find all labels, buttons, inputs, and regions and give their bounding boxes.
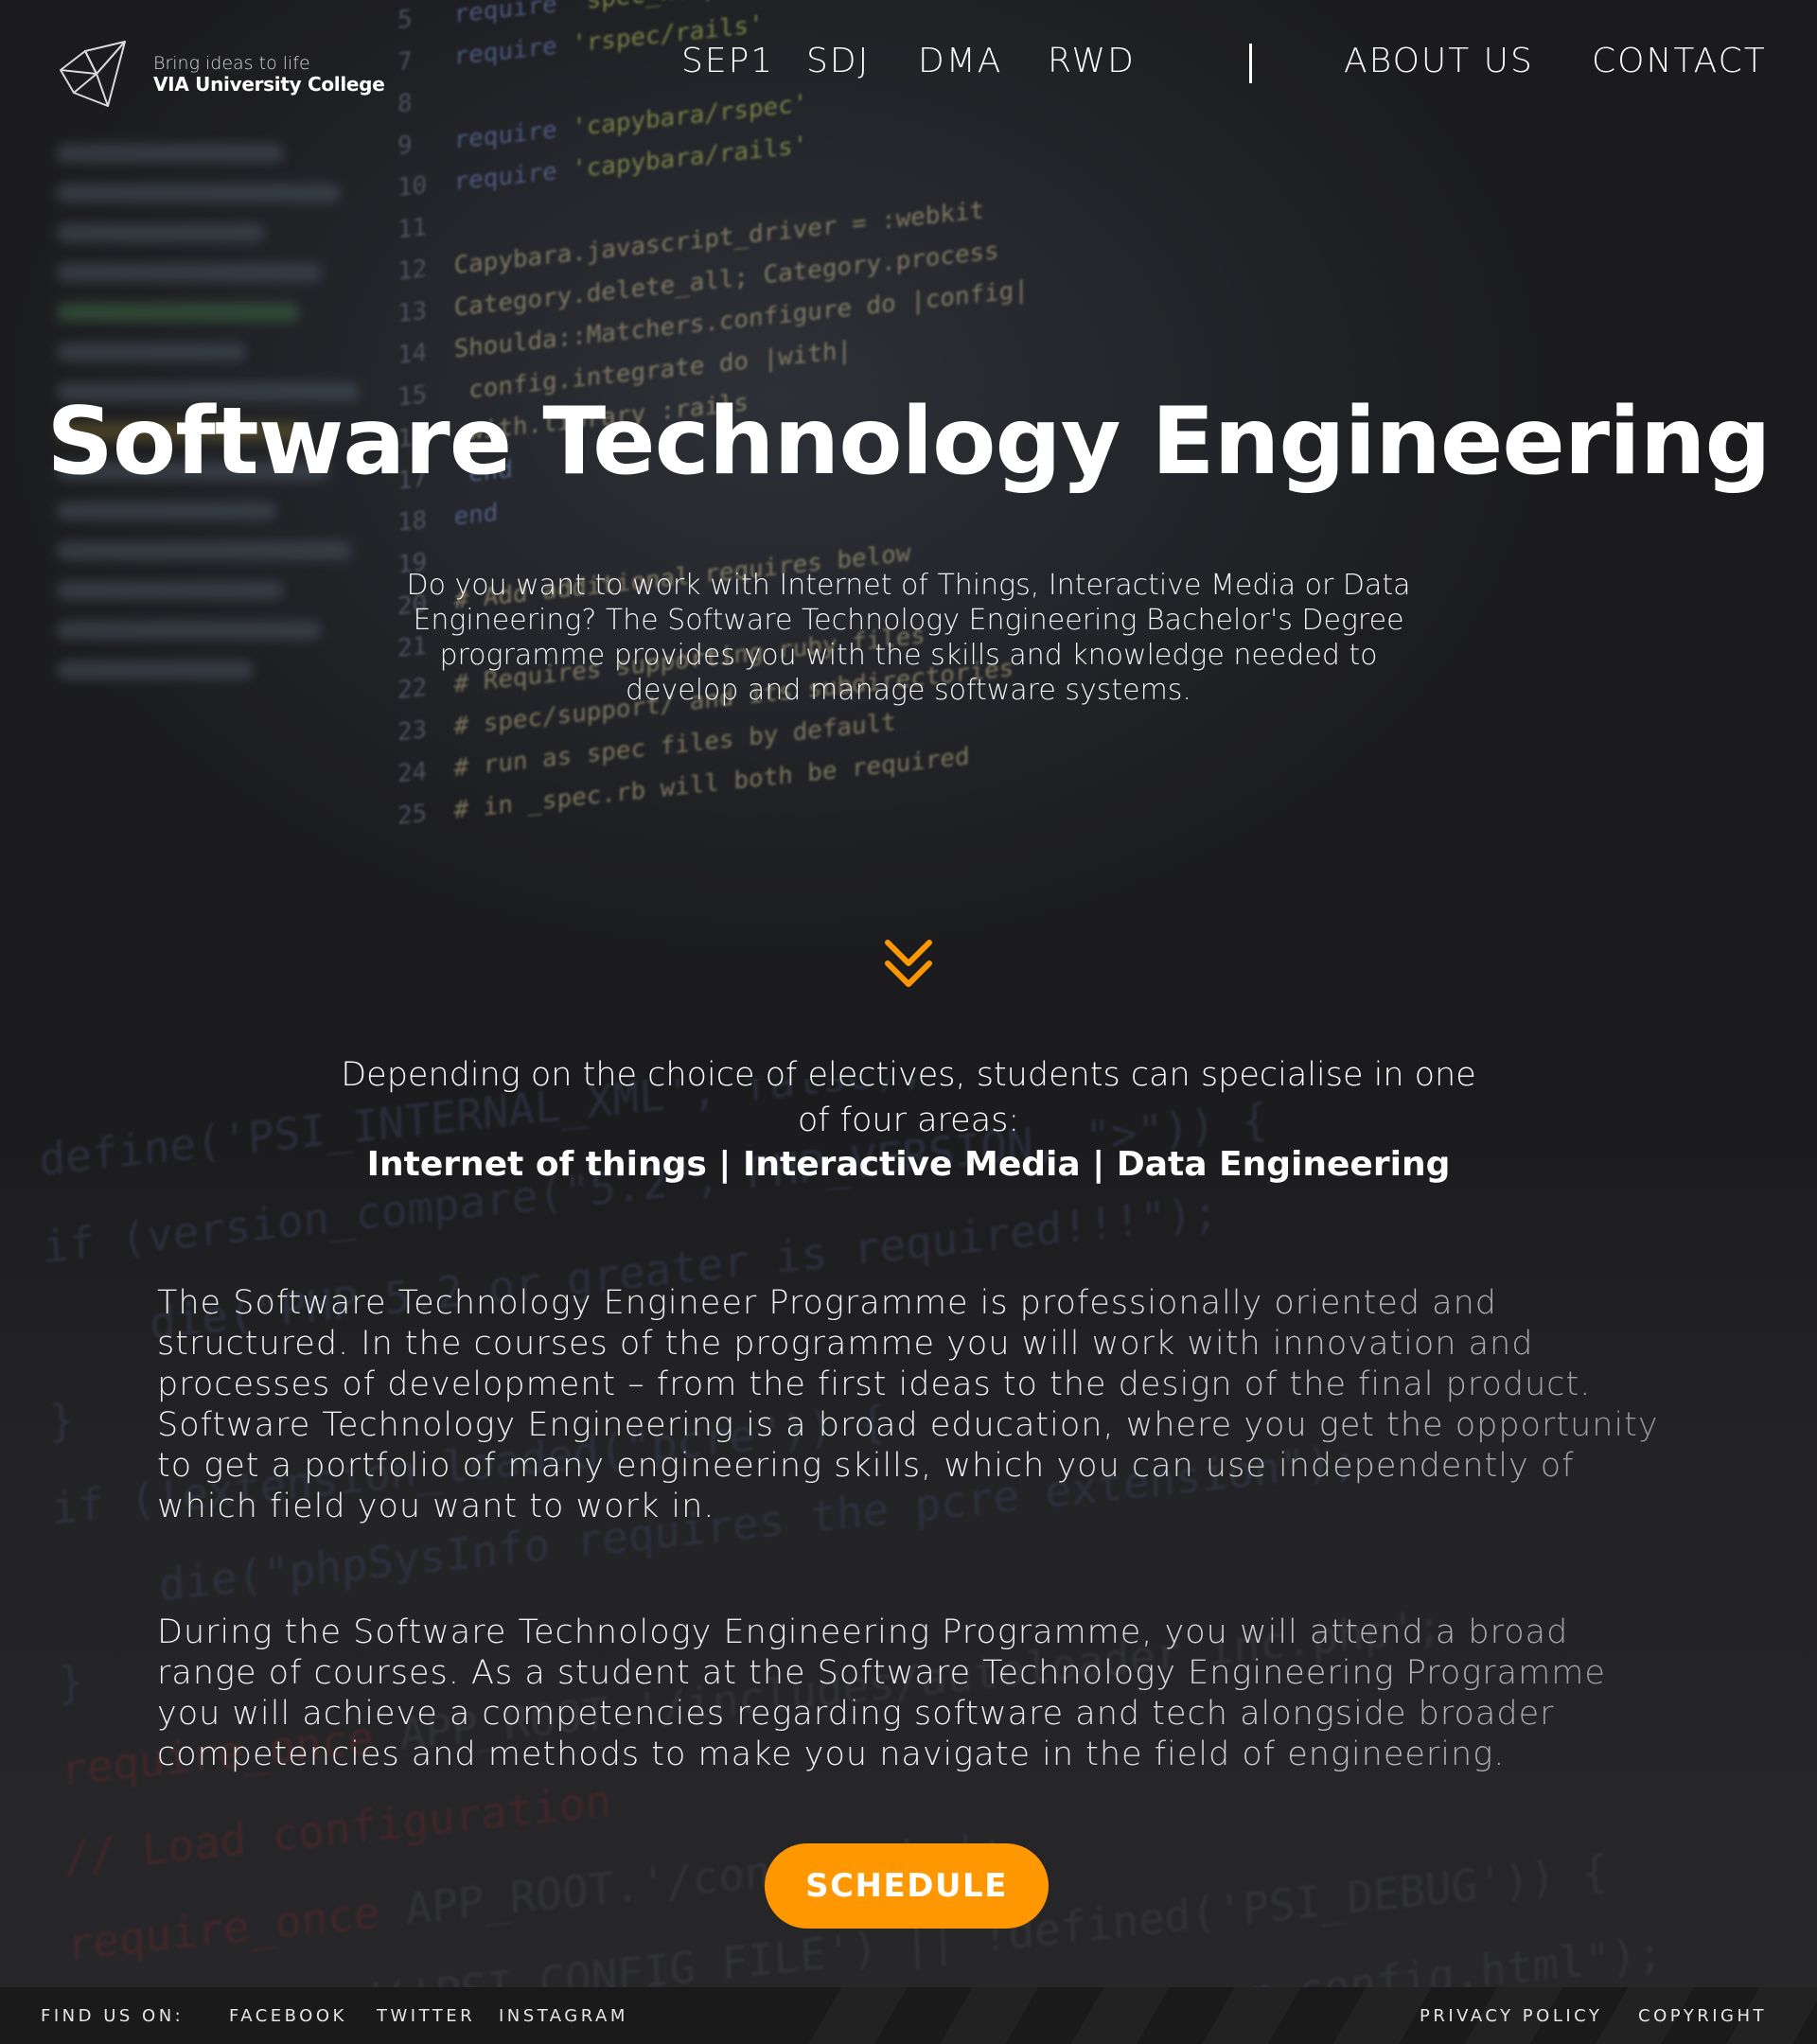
background-code: 5require 'spec_helper' 7require 'rspec/r… <box>397 0 1029 831</box>
top-navigation: Bring ideas to life VIA University Colle… <box>0 0 1817 132</box>
courses-description: During the Software Technology Engineeri… <box>157 1613 1606 1773</box>
footer-link-facebook[interactable]: FACEBOOK <box>229 2006 347 2026</box>
footer-link-privacy-policy[interactable]: PRIVACY POLICY <box>1420 2006 1602 2026</box>
page-title: Software Technology Engineering <box>46 388 1771 496</box>
footer-link-instagram[interactable]: INSTAGRAM <box>499 2006 628 2026</box>
hero-background: 5require 'spec_helper' 7require 'rspec/r… <box>0 0 1817 1079</box>
background-file-tree <box>57 123 435 975</box>
nav-link-dma[interactable]: DMA <box>918 42 1002 80</box>
nav-divider <box>1249 44 1252 83</box>
footer: FIND US ON: FACEBOOK TWITTER INSTAGRAM P… <box>0 1987 1817 2044</box>
logo-text: Bring ideas to life VIA University Colle… <box>153 53 385 96</box>
specialisation-areas: Internet of things | Interactive Media |… <box>366 1145 1451 1184</box>
nav-link-contact[interactable]: CONTACT <box>1592 42 1767 80</box>
nav-link-about-us[interactable]: ABOUT US <box>1344 42 1534 80</box>
logo-link[interactable]: Bring ideas to life VIA University Colle… <box>57 38 385 110</box>
brand-tagline: Bring ideas to life <box>153 53 310 74</box>
via-logo-icon <box>60 41 126 107</box>
programme-description: The Software Technology Engineer Program… <box>157 1284 1659 1525</box>
schedule-button[interactable]: SCHEDULE <box>765 1843 1049 1929</box>
brand-name: VIA University College <box>153 73 385 96</box>
nav-link-sdj[interactable]: SDJ <box>806 42 870 80</box>
footer-link-copyright[interactable]: COPYRIGHT <box>1638 2006 1767 2026</box>
page: 5require 'spec_helper' 7require 'rspec/r… <box>0 0 1817 2044</box>
nav-link-rwd[interactable]: RWD <box>1048 42 1136 80</box>
double-chevron-down-icon[interactable] <box>882 937 935 994</box>
footer-find-us-label: FIND US ON: <box>41 2006 185 2026</box>
nav-link-sep1[interactable]: SEP1 <box>681 42 774 80</box>
specialisation-intro: Depending on the choice of electives, st… <box>341 1056 1476 1139</box>
hero-description: Do you want to work with Internet of Thi… <box>406 569 1411 707</box>
footer-link-twitter[interactable]: TWITTER <box>377 2006 475 2026</box>
